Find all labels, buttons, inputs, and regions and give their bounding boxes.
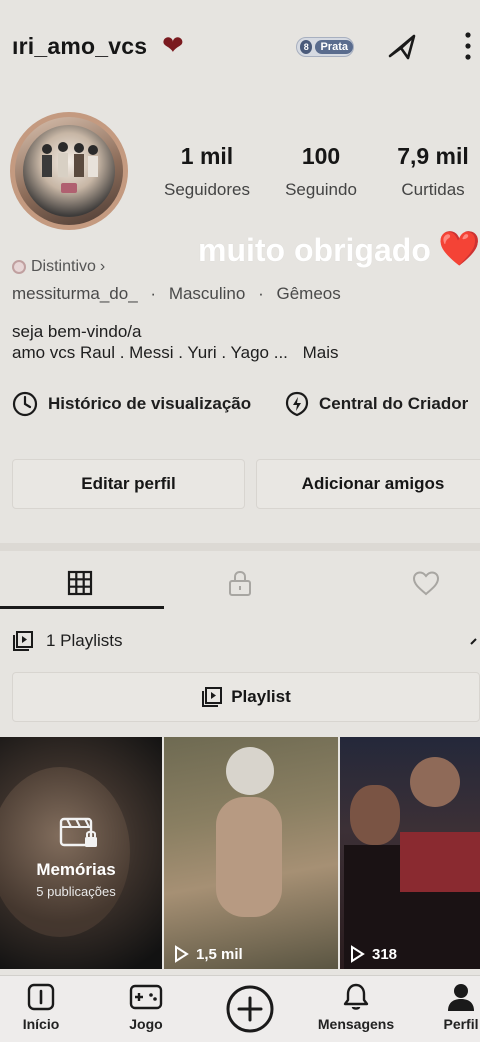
plus-icon	[226, 985, 274, 1033]
distintivo-link[interactable]: Distintivo ›	[12, 258, 105, 276]
overlay-text: muito obrigado	[198, 232, 431, 268]
bottom-nav: Início Jogo Mensagens Perfil	[0, 975, 480, 1042]
tab-videos[interactable]	[0, 560, 160, 606]
play-icon	[175, 945, 189, 963]
memories-cell[interactable]: Memórias 5 publicações	[0, 737, 162, 969]
likes-label: Curtidas	[401, 180, 465, 199]
lightning-icon	[285, 391, 309, 417]
play-icon	[351, 945, 365, 963]
following-count[interactable]: 100	[261, 143, 381, 170]
meta-handle[interactable]: messiturma_do_	[12, 284, 138, 303]
bell-icon	[343, 983, 369, 1010]
nav-create[interactable]	[205, 984, 295, 1034]
gamepad-icon	[129, 984, 163, 1010]
edit-profile-button[interactable]: Editar perfil	[12, 459, 245, 509]
playlist-icon	[202, 687, 223, 707]
followers-count[interactable]: 1 mil	[147, 143, 267, 170]
playlist-icon	[13, 631, 33, 651]
heart-icon: ❤	[162, 30, 184, 60]
likes-count: 7,9 mil	[397, 143, 469, 169]
history-link[interactable]: Histórico de visualização	[12, 390, 251, 418]
meta-gender: Masculino	[168, 284, 246, 303]
chevron-up-icon[interactable]	[470, 636, 480, 646]
share-icon[interactable]	[384, 28, 420, 64]
home-icon	[27, 983, 55, 1011]
creator-center-link[interactable]: Central do Criador	[284, 390, 468, 418]
view-count: 1,5 mil	[172, 945, 243, 963]
username: ıri_amo_vcs	[12, 33, 148, 59]
bio-line-1: seja bem-vindo/a	[12, 322, 142, 341]
avatar[interactable]	[10, 112, 128, 230]
lock-icon	[229, 570, 251, 596]
more-icon[interactable]	[458, 28, 478, 64]
nav-home[interactable]: Início	[0, 982, 86, 1032]
bio-line-2: amo vcs Raul . Messi . Yuri . Yago ... M…	[12, 343, 339, 362]
person-icon	[448, 984, 474, 1011]
grid-icon	[67, 570, 93, 596]
badge-label: Prata	[315, 40, 353, 54]
overlay-heart-icon: ❤️	[438, 230, 480, 268]
distintivo-label: Distintivo	[31, 258, 96, 275]
nav-profile[interactable]: Perfil	[416, 982, 480, 1032]
chevron-right-icon: ›	[99, 258, 106, 275]
prata-badge[interactable]: 8 Prata	[296, 37, 354, 57]
meta-sign: Gêmeos	[276, 284, 341, 303]
view-count: 318	[348, 945, 397, 963]
memories-title: Memórias	[36, 860, 116, 879]
add-friends-button[interactable]: Adicionar amigos	[256, 459, 480, 509]
video-thumbnail[interactable]: 318	[340, 737, 480, 969]
bio-more-link[interactable]: Mais	[303, 343, 339, 362]
profile-meta: messiturma_do_ · Masculino · Gêmeos	[12, 284, 341, 303]
tab-liked[interactable]	[346, 560, 480, 606]
top-bar: ıri_amo_vcs ❤ 8 Prata	[0, 0, 480, 100]
clock-icon	[12, 391, 38, 417]
heart-outline-icon	[412, 571, 440, 596]
tab-private[interactable]	[160, 560, 320, 606]
nav-messages[interactable]: Mensagens	[311, 982, 401, 1032]
memories-icon	[59, 817, 97, 847]
playlists-header[interactable]: 1 Playlists	[12, 630, 123, 652]
section-divider	[0, 543, 480, 551]
nav-game[interactable]: Jogo	[101, 982, 191, 1032]
playlist-button[interactable]: Playlist	[12, 672, 480, 722]
memories-subtitle: 5 publicações	[36, 884, 116, 899]
badge-level-icon: 8	[300, 40, 313, 54]
badge-hexagon-icon	[12, 260, 26, 274]
following-label: Seguindo	[285, 180, 357, 199]
active-tab-indicator	[0, 606, 164, 609]
followers-label: Seguidores	[163, 180, 250, 199]
video-thumbnail[interactable]: 1,5 mil	[164, 737, 338, 969]
